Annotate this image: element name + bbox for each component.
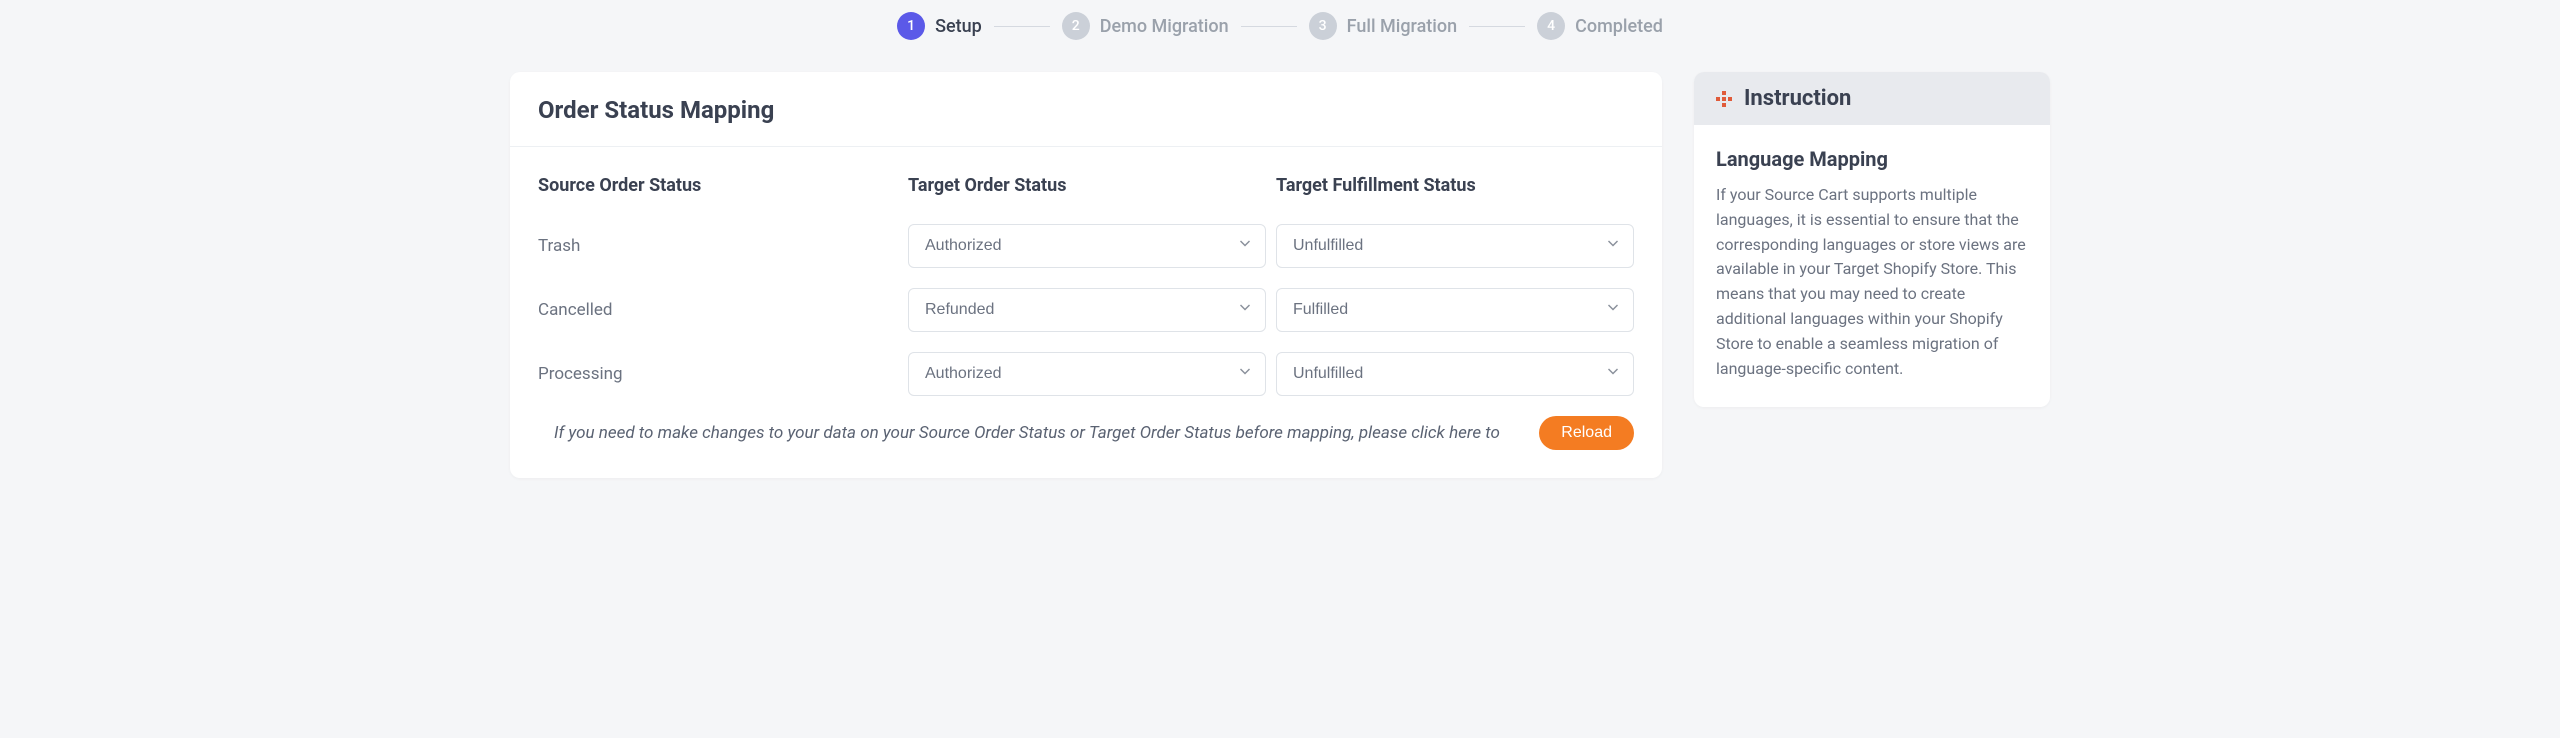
step-number: 4 <box>1537 12 1565 40</box>
select-value: Unfulfilled <box>1293 237 1363 255</box>
step-number: 3 <box>1309 12 1337 40</box>
target-order-status-select[interactable]: Authorized <box>908 352 1266 396</box>
select-value: Authorized <box>925 365 1002 383</box>
mapping-footer: If you need to make changes to your data… <box>538 416 1634 450</box>
target-fulfillment-status-select[interactable]: Fulfilled <box>1276 288 1634 332</box>
chevron-down-icon <box>1607 237 1619 255</box>
chevron-down-icon <box>1239 237 1251 255</box>
select-value: Unfulfilled <box>1293 365 1363 383</box>
chevron-down-icon <box>1607 365 1619 383</box>
reload-button[interactable]: Reload <box>1539 416 1634 450</box>
source-status-label: Cancelled <box>538 300 898 320</box>
footer-note: If you need to make changes to your data… <box>554 423 1521 443</box>
chevron-down-icon <box>1239 365 1251 383</box>
order-status-mapping-card: Order Status Mapping Source Order Status… <box>510 72 1662 478</box>
step-number: 1 <box>897 12 925 40</box>
source-status-label: Trash <box>538 236 898 256</box>
target-fulfillment-status-select[interactable]: Unfulfilled <box>1276 352 1634 396</box>
column-header-target-fulfillment: Target Fulfillment Status <box>1276 175 1634 204</box>
sidebar-text: If your Source Cart supports multiple la… <box>1716 183 2028 381</box>
target-order-status-select[interactable]: Refunded <box>908 288 1266 332</box>
select-value: Authorized <box>925 237 1002 255</box>
chevron-down-icon <box>1239 301 1251 319</box>
step-setup[interactable]: 1 Setup <box>897 12 982 40</box>
target-fulfillment-status-select[interactable]: Unfulfilled <box>1276 224 1634 268</box>
instruction-sidebar: Instruction Language Mapping If your Sou… <box>1694 72 2050 407</box>
step-label: Full Migration <box>1347 16 1457 37</box>
sidebar-title: Instruction <box>1744 86 1851 111</box>
sidebar-subheading: Language Mapping <box>1716 147 2028 171</box>
column-header-source: Source Order Status <box>538 175 898 204</box>
step-divider <box>1241 26 1297 27</box>
select-value: Fulfilled <box>1293 301 1348 319</box>
step-number: 2 <box>1062 12 1090 40</box>
select-value: Refunded <box>925 301 994 319</box>
sidebar-header: Instruction <box>1694 72 2050 125</box>
step-label: Demo Migration <box>1100 16 1229 37</box>
column-header-target-order: Target Order Status <box>908 175 1266 204</box>
instruction-icon <box>1716 91 1732 107</box>
step-label: Completed <box>1575 16 1663 37</box>
step-completed[interactable]: 4 Completed <box>1537 12 1663 40</box>
mapping-grid: Source Order Status Target Order Status … <box>538 175 1634 396</box>
chevron-down-icon <box>1607 301 1619 319</box>
source-status-label: Processing <box>538 364 898 384</box>
step-demo-migration[interactable]: 2 Demo Migration <box>1062 12 1229 40</box>
step-full-migration[interactable]: 3 Full Migration <box>1309 12 1457 40</box>
step-divider <box>994 26 1050 27</box>
wizard-stepper: 1 Setup 2 Demo Migration 3 Full Migratio… <box>510 12 2050 40</box>
step-label: Setup <box>935 16 982 37</box>
target-order-status-select[interactable]: Authorized <box>908 224 1266 268</box>
step-divider <box>1469 26 1525 27</box>
card-title: Order Status Mapping <box>538 96 1634 124</box>
card-header: Order Status Mapping <box>510 72 1662 147</box>
